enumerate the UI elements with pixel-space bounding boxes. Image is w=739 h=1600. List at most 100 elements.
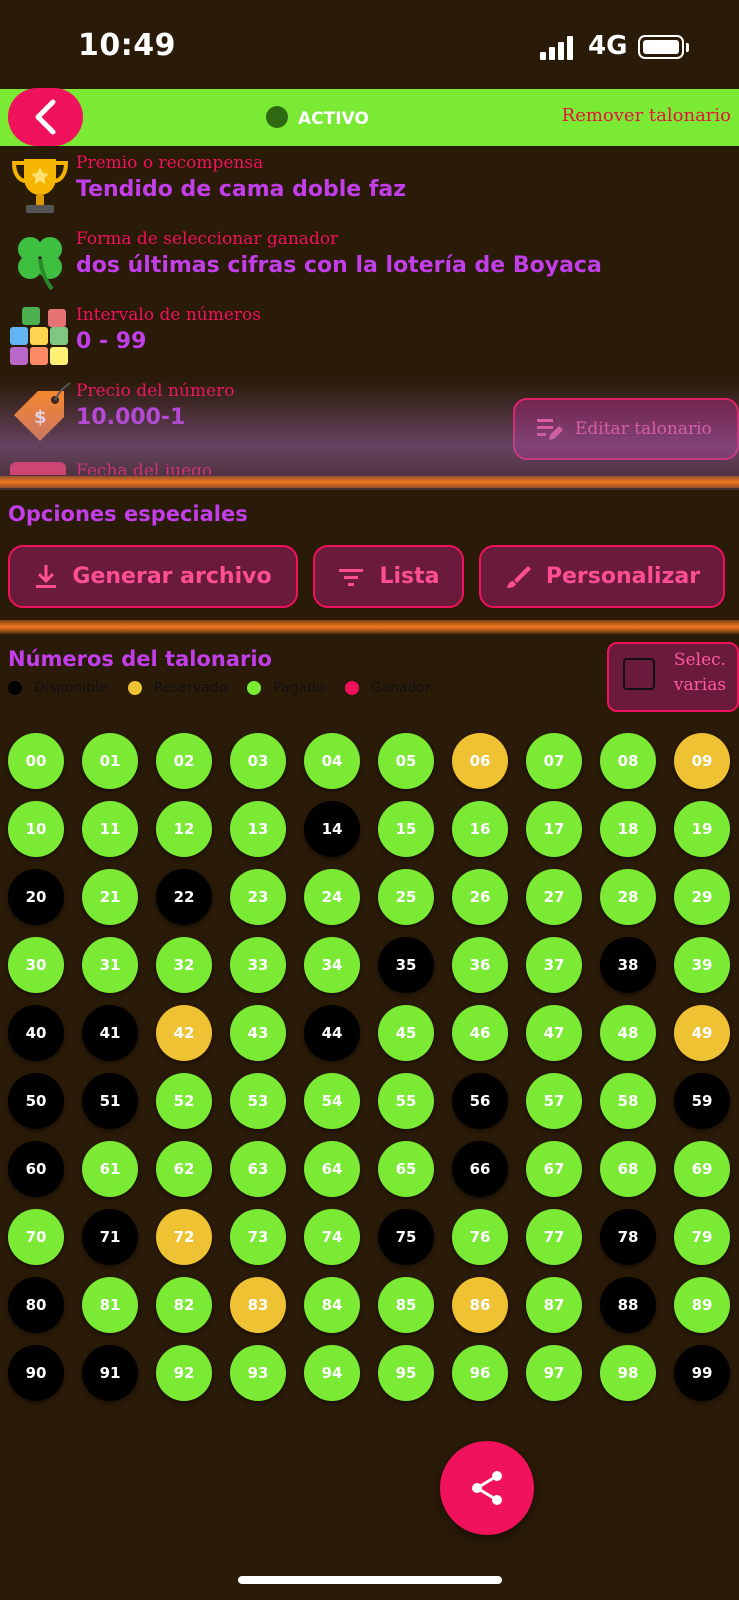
number-ball-31[interactable]: 31 (82, 937, 138, 993)
number-ball-76[interactable]: 76 (452, 1209, 508, 1265)
number-ball-12[interactable]: 12 (156, 801, 212, 857)
number-ball-15[interactable]: 15 (378, 801, 434, 857)
number-ball-69[interactable]: 69 (674, 1141, 730, 1197)
number-ball-80[interactable]: 80 (8, 1277, 64, 1333)
customize-button[interactable]: Personalizar (479, 545, 725, 608)
generate-file-button[interactable]: Generar archivo (8, 545, 298, 608)
multi-select-toggle[interactable]: Selec. varias (607, 642, 739, 712)
number-ball-16[interactable]: 16 (452, 801, 508, 857)
number-ball-22[interactable]: 22 (156, 869, 212, 925)
number-ball-25[interactable]: 25 (378, 869, 434, 925)
number-ball-33[interactable]: 33 (230, 937, 286, 993)
share-button[interactable] (440, 1441, 534, 1535)
number-ball-61[interactable]: 61 (82, 1141, 138, 1197)
number-ball-71[interactable]: 71 (82, 1209, 138, 1265)
number-ball-85[interactable]: 85 (378, 1277, 434, 1333)
number-ball-21[interactable]: 21 (82, 869, 138, 925)
number-ball-74[interactable]: 74 (304, 1209, 360, 1265)
number-ball-06[interactable]: 06 (452, 733, 508, 789)
number-ball-52[interactable]: 52 (156, 1073, 212, 1129)
number-ball-89[interactable]: 89 (674, 1277, 730, 1333)
number-ball-73[interactable]: 73 (230, 1209, 286, 1265)
number-ball-50[interactable]: 50 (8, 1073, 64, 1129)
back-button[interactable] (8, 88, 83, 146)
number-ball-49[interactable]: 49 (674, 1005, 730, 1061)
number-ball-98[interactable]: 98 (600, 1345, 656, 1401)
number-ball-04[interactable]: 04 (304, 733, 360, 789)
number-ball-78[interactable]: 78 (600, 1209, 656, 1265)
number-ball-09[interactable]: 09 (674, 733, 730, 789)
number-ball-24[interactable]: 24 (304, 869, 360, 925)
number-ball-54[interactable]: 54 (304, 1073, 360, 1129)
number-ball-38[interactable]: 38 (600, 937, 656, 993)
number-ball-32[interactable]: 32 (156, 937, 212, 993)
number-ball-93[interactable]: 93 (230, 1345, 286, 1401)
number-ball-66[interactable]: 66 (452, 1141, 508, 1197)
number-ball-26[interactable]: 26 (452, 869, 508, 925)
number-ball-00[interactable]: 00 (8, 733, 64, 789)
edit-talonario-button[interactable]: Editar talonario (513, 398, 739, 460)
number-ball-55[interactable]: 55 (378, 1073, 434, 1129)
number-ball-75[interactable]: 75 (378, 1209, 434, 1265)
number-ball-47[interactable]: 47 (526, 1005, 582, 1061)
number-ball-29[interactable]: 29 (674, 869, 730, 925)
number-ball-20[interactable]: 20 (8, 869, 64, 925)
number-ball-56[interactable]: 56 (452, 1073, 508, 1129)
number-ball-07[interactable]: 07 (526, 733, 582, 789)
number-ball-67[interactable]: 67 (526, 1141, 582, 1197)
number-ball-90[interactable]: 90 (8, 1345, 64, 1401)
number-ball-48[interactable]: 48 (600, 1005, 656, 1061)
number-ball-17[interactable]: 17 (526, 801, 582, 857)
number-ball-94[interactable]: 94 (304, 1345, 360, 1401)
number-ball-18[interactable]: 18 (600, 801, 656, 857)
number-ball-34[interactable]: 34 (304, 937, 360, 993)
number-ball-72[interactable]: 72 (156, 1209, 212, 1265)
number-ball-02[interactable]: 02 (156, 733, 212, 789)
number-ball-10[interactable]: 10 (8, 801, 64, 857)
number-ball-64[interactable]: 64 (304, 1141, 360, 1197)
list-button[interactable]: Lista (313, 545, 464, 608)
number-ball-60[interactable]: 60 (8, 1141, 64, 1197)
number-ball-91[interactable]: 91 (82, 1345, 138, 1401)
number-ball-95[interactable]: 95 (378, 1345, 434, 1401)
number-ball-81[interactable]: 81 (82, 1277, 138, 1333)
number-ball-84[interactable]: 84 (304, 1277, 360, 1333)
number-ball-68[interactable]: 68 (600, 1141, 656, 1197)
number-ball-36[interactable]: 36 (452, 937, 508, 993)
number-ball-65[interactable]: 65 (378, 1141, 434, 1197)
number-ball-79[interactable]: 79 (674, 1209, 730, 1265)
number-ball-70[interactable]: 70 (8, 1209, 64, 1265)
remove-talonario-link[interactable]: Remover talonario (562, 105, 731, 126)
multi-select-checkbox[interactable] (623, 658, 655, 690)
number-ball-63[interactable]: 63 (230, 1141, 286, 1197)
number-ball-97[interactable]: 97 (526, 1345, 582, 1401)
number-ball-88[interactable]: 88 (600, 1277, 656, 1333)
number-ball-57[interactable]: 57 (526, 1073, 582, 1129)
number-ball-03[interactable]: 03 (230, 733, 286, 789)
number-ball-27[interactable]: 27 (526, 869, 582, 925)
number-ball-53[interactable]: 53 (230, 1073, 286, 1129)
number-ball-92[interactable]: 92 (156, 1345, 212, 1401)
number-ball-14[interactable]: 14 (304, 801, 360, 857)
number-ball-35[interactable]: 35 (378, 937, 434, 993)
number-ball-41[interactable]: 41 (82, 1005, 138, 1061)
number-ball-62[interactable]: 62 (156, 1141, 212, 1197)
number-ball-43[interactable]: 43 (230, 1005, 286, 1061)
number-ball-51[interactable]: 51 (82, 1073, 138, 1129)
number-ball-83[interactable]: 83 (230, 1277, 286, 1333)
number-ball-13[interactable]: 13 (230, 801, 286, 857)
number-ball-86[interactable]: 86 (452, 1277, 508, 1333)
number-ball-01[interactable]: 01 (82, 733, 138, 789)
number-ball-30[interactable]: 30 (8, 937, 64, 993)
number-ball-11[interactable]: 11 (82, 801, 138, 857)
number-ball-44[interactable]: 44 (304, 1005, 360, 1061)
number-ball-40[interactable]: 40 (8, 1005, 64, 1061)
number-ball-37[interactable]: 37 (526, 937, 582, 993)
number-ball-46[interactable]: 46 (452, 1005, 508, 1061)
number-ball-19[interactable]: 19 (674, 801, 730, 857)
number-ball-28[interactable]: 28 (600, 869, 656, 925)
number-ball-99[interactable]: 99 (674, 1345, 730, 1401)
number-ball-39[interactable]: 39 (674, 937, 730, 993)
number-ball-59[interactable]: 59 (674, 1073, 730, 1129)
number-ball-96[interactable]: 96 (452, 1345, 508, 1401)
